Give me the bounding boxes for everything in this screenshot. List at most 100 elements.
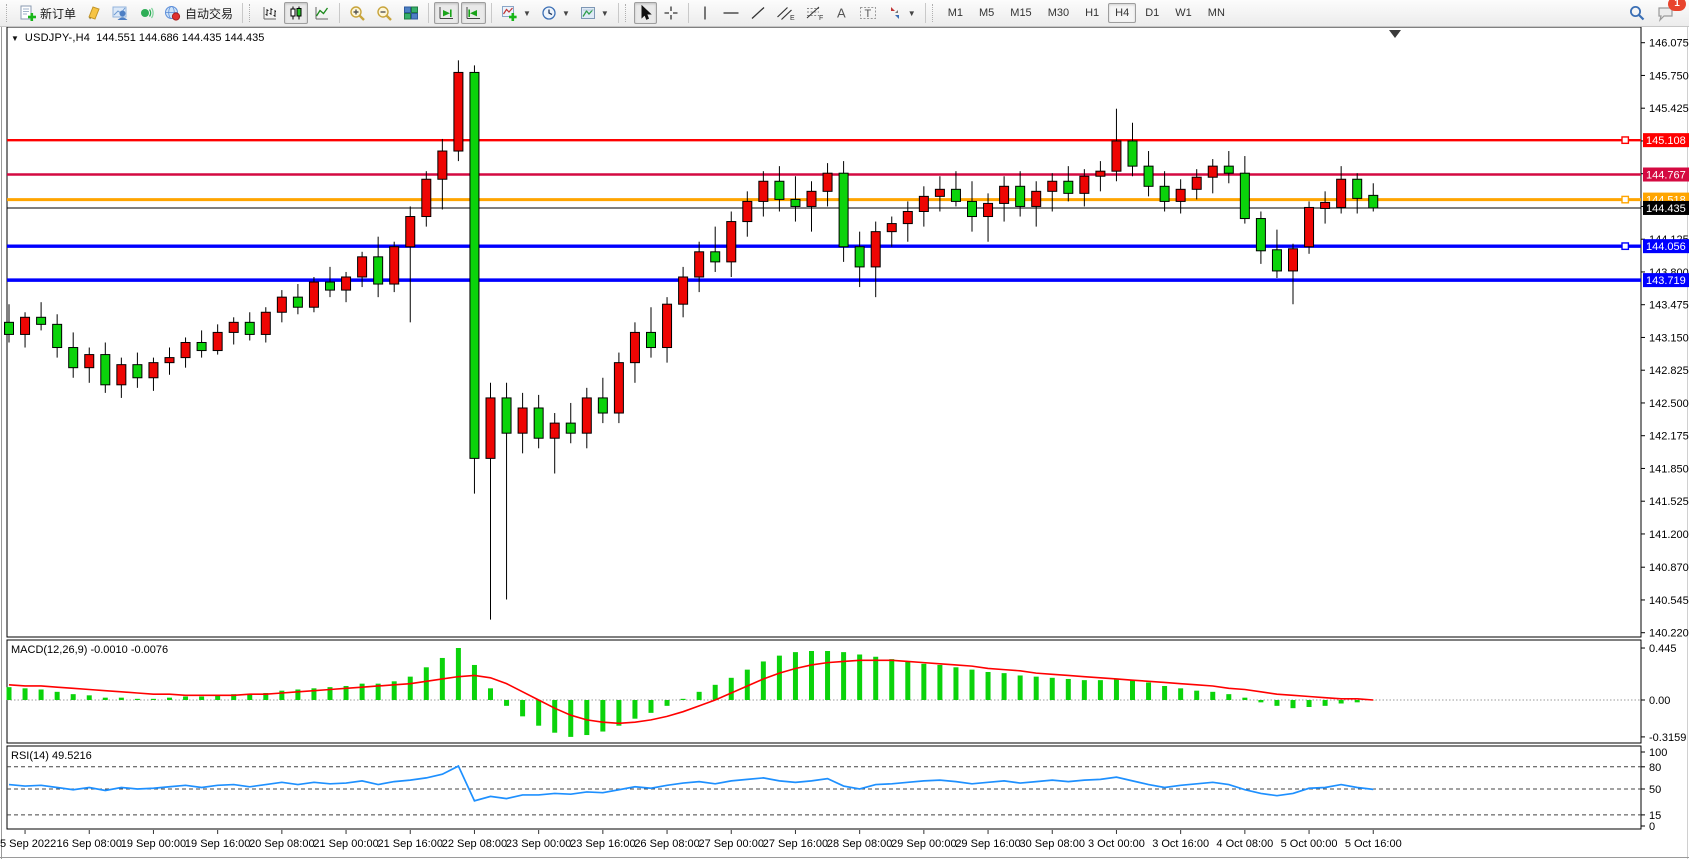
- timeframe-D1[interactable]: D1: [1138, 3, 1166, 23]
- symbol-dropdown-icon[interactable]: ▼: [11, 34, 19, 43]
- svg-text:27 Sep 16:00: 27 Sep 16:00: [763, 838, 828, 850]
- timeframe-MN[interactable]: MN: [1201, 3, 1232, 23]
- svg-text:15 Sep 2022: 15 Sep 2022: [0, 838, 56, 850]
- line-chart-type-button[interactable]: [310, 2, 334, 24]
- svg-text:3 Oct 00:00: 3 Oct 00:00: [1088, 838, 1145, 850]
- timeframe-M15[interactable]: M15: [1003, 3, 1038, 23]
- timeframe-H4[interactable]: H4: [1108, 3, 1136, 23]
- bar-chart-icon: [262, 5, 278, 21]
- text-label-tool-button[interactable]: T: [855, 2, 881, 24]
- rsi-indicator-label: RSI(14) 49.5216: [11, 750, 92, 762]
- svg-text:28 Sep 08:00: 28 Sep 08:00: [827, 838, 892, 850]
- arrows-tool-button[interactable]: ▼: [883, 2, 920, 24]
- template-icon: [580, 5, 596, 21]
- text-label-icon: T: [859, 5, 877, 21]
- price-chart[interactable]: 146.075145.750145.425145.100144.775144.4…: [0, 0, 1689, 859]
- new-order-icon: [19, 5, 36, 21]
- toolbar-grip[interactable]: [625, 4, 629, 22]
- toolbar-grip[interactable]: [932, 4, 936, 22]
- zoom-in-button[interactable]: [345, 2, 370, 24]
- timeframe-M1[interactable]: M1: [941, 3, 970, 23]
- metaeditor-button[interactable]: [82, 2, 106, 24]
- svg-text:142.825: 142.825: [1649, 365, 1689, 377]
- chevron-down-icon: ▼: [908, 9, 916, 18]
- svg-text:145.750: 145.750: [1649, 70, 1689, 82]
- equidistant-channel-icon: E: [776, 5, 795, 21]
- svg-text:3 Oct 16:00: 3 Oct 16:00: [1152, 838, 1209, 850]
- vertical-line-tool-button[interactable]: [694, 2, 716, 24]
- toolbar: 新订单 自动交易: [0, 0, 1689, 27]
- auto-scroll-button[interactable]: [434, 2, 459, 24]
- svg-text:4 Oct 08:00: 4 Oct 08:00: [1216, 838, 1273, 850]
- svg-text:20 Sep 08:00: 20 Sep 08:00: [249, 838, 314, 850]
- horizontal-line-icon: [722, 5, 740, 21]
- svg-text:22 Sep 08:00: 22 Sep 08:00: [442, 838, 507, 850]
- svg-text:100: 100: [1649, 747, 1667, 759]
- svg-text:0.445: 0.445: [1649, 643, 1677, 655]
- candlestick-icon: [288, 5, 304, 21]
- chat-button[interactable]: 1: [1652, 2, 1679, 24]
- search-button[interactable]: [1624, 2, 1650, 24]
- periods-button[interactable]: ▼: [537, 2, 574, 24]
- toolbar-grip[interactable]: [6, 4, 10, 22]
- horizontal-line-tool-button[interactable]: [718, 2, 744, 24]
- arrows-icon: [887, 5, 903, 21]
- zoom-out-icon: [376, 5, 393, 22]
- alerts-button[interactable]: [134, 2, 158, 24]
- fibonacci-tool-button[interactable]: F: [801, 2, 828, 24]
- svg-text:29 Sep 16:00: 29 Sep 16:00: [955, 838, 1020, 850]
- autotrading-label: 自动交易: [185, 5, 233, 22]
- svg-text:80: 80: [1649, 762, 1661, 774]
- candlestick-chart-type-button[interactable]: [284, 2, 308, 24]
- svg-text:23 Sep 16:00: 23 Sep 16:00: [570, 838, 635, 850]
- svg-text:50: 50: [1649, 784, 1661, 796]
- timeframe-M5[interactable]: M5: [972, 3, 1001, 23]
- text-tool-button[interactable]: A: [830, 2, 853, 24]
- svg-text:23 Sep 00:00: 23 Sep 00:00: [506, 838, 571, 850]
- trendline-icon: [750, 5, 766, 21]
- zoom-out-button[interactable]: [372, 2, 397, 24]
- svg-text:143.719: 143.719: [1646, 275, 1686, 287]
- trendline-tool-button[interactable]: [746, 2, 770, 24]
- svg-text:0: 0: [1649, 821, 1655, 833]
- svg-text:144.435: 144.435: [1646, 203, 1686, 215]
- svg-text:21 Sep 16:00: 21 Sep 16:00: [378, 838, 443, 850]
- zoom-in-icon: [349, 5, 366, 22]
- svg-text:21 Sep 00:00: 21 Sep 00:00: [313, 838, 378, 850]
- timeframe-H1[interactable]: H1: [1078, 3, 1106, 23]
- timeframe-M30[interactable]: M30: [1041, 3, 1076, 23]
- chart-header[interactable]: ▼ USDJPY-,H4 144.551 144.686 144.435 144…: [11, 32, 264, 44]
- cursor-tool-button[interactable]: [634, 2, 657, 24]
- svg-text:145.425: 145.425: [1649, 103, 1689, 115]
- autotrading-button[interactable]: 自动交易: [160, 2, 237, 24]
- equidistant-channel-tool-button[interactable]: E: [772, 2, 799, 24]
- chevron-down-icon: ▼: [523, 9, 531, 18]
- svg-text:142.175: 142.175: [1649, 431, 1689, 443]
- macd-indicator-label: MACD(12,26,9) -0.0010 -0.0076: [11, 644, 168, 656]
- svg-text:141.525: 141.525: [1649, 496, 1689, 508]
- svg-text:143.150: 143.150: [1649, 332, 1689, 344]
- timeframe-W1[interactable]: W1: [1168, 3, 1199, 23]
- strategy-tester-button[interactable]: [108, 2, 132, 24]
- svg-text:145.108: 145.108: [1646, 135, 1686, 147]
- ohlc-values: 144.551 144.686 144.435 144.435: [96, 32, 264, 44]
- new-order-button[interactable]: 新订单: [15, 2, 80, 24]
- tile-windows-icon: [403, 5, 419, 21]
- toolbar-grip[interactable]: [249, 4, 253, 22]
- fibonacci-icon: F: [805, 5, 824, 21]
- indicators-button[interactable]: ▼: [497, 2, 535, 24]
- application-window: 新订单 自动交易: [0, 0, 1689, 859]
- timeframe-bar: M1M5M15M30H1H4D1W1MN: [940, 3, 1233, 23]
- crosshair-tool-button[interactable]: [659, 2, 683, 24]
- svg-text:19 Sep 16:00: 19 Sep 16:00: [185, 838, 250, 850]
- templates-button[interactable]: ▼: [576, 2, 613, 24]
- crosshair-icon: [663, 5, 679, 21]
- chart-shift-button[interactable]: [461, 2, 486, 24]
- bar-chart-type-button[interactable]: [258, 2, 282, 24]
- svg-text:142.500: 142.500: [1649, 398, 1689, 410]
- svg-text:140.545: 140.545: [1649, 595, 1689, 607]
- chart-shift-icon: [465, 5, 482, 21]
- chart-canvas[interactable]: 146.075145.750145.425145.100144.775144.4…: [0, 0, 1689, 859]
- tile-windows-button[interactable]: [399, 2, 423, 24]
- svg-text:30 Sep 08:00: 30 Sep 08:00: [1020, 838, 1085, 850]
